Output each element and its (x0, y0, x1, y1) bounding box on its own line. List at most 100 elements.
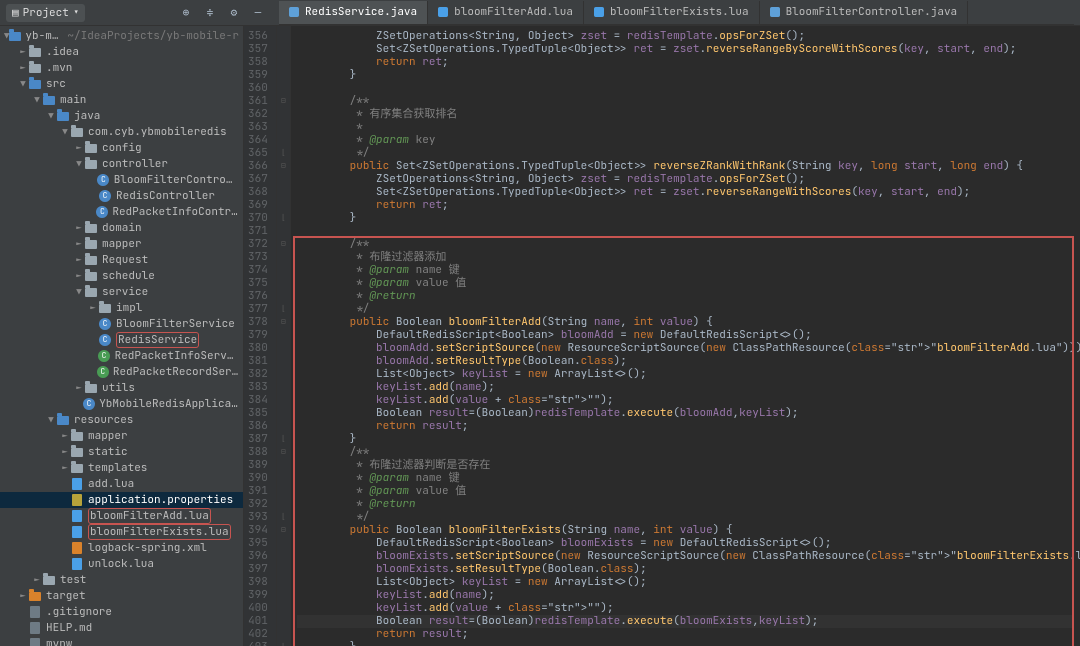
code-line[interactable]: } (297, 212, 1074, 225)
code-line[interactable]: * @param key (297, 134, 1074, 147)
fold-marker[interactable]: ⌊ (277, 303, 290, 316)
code-line[interactable] (297, 225, 1074, 238)
fold-marker[interactable]: ⊟ (277, 238, 290, 251)
tree-row-mapper[interactable]: ►mapper (0, 236, 243, 252)
tree-row-templates[interactable]: ►templates (0, 460, 243, 476)
project-tree[interactable]: ▼yb-mobile-redis~/IdeaProjects/yb-mobile… (0, 26, 244, 646)
code-line[interactable]: } (297, 69, 1074, 82)
code-line[interactable]: * 有序集合获取排名 (297, 108, 1074, 121)
tree-row-add-lua[interactable]: add.lua (0, 476, 243, 492)
disclosure-triangle-icon[interactable]: ► (74, 142, 84, 154)
disclosure-triangle-icon[interactable]: ► (74, 270, 84, 282)
disclosure-triangle-icon[interactable]: ▼ (46, 110, 56, 122)
disclosure-triangle-icon[interactable]: ▼ (32, 94, 42, 106)
code-line[interactable]: return result; (297, 420, 1074, 433)
tree-row-unlock-lua[interactable]: unlock.lua (0, 556, 243, 572)
tree-row-mvnw[interactable]: mvnw (0, 636, 243, 646)
tree-row-resources[interactable]: ▼resources (0, 412, 243, 428)
fold-marker[interactable]: ⊟ (277, 446, 290, 459)
tree-row-domain[interactable]: ►domain (0, 220, 243, 236)
fold-marker[interactable]: ⌊ (277, 433, 290, 446)
tab-RedisService-java[interactable]: RedisService.java (279, 1, 428, 24)
disclosure-triangle-icon[interactable]: ► (60, 430, 70, 442)
gear-icon[interactable]: ⚙ (225, 4, 243, 22)
fold-marker[interactable]: ⌊ (277, 212, 290, 225)
tab-bloomFilterExists-lua[interactable]: bloomFilterExists.lua (584, 1, 760, 24)
tree-row-utils[interactable]: ►utils (0, 380, 243, 396)
disclosure-triangle-icon[interactable]: ► (74, 238, 84, 250)
tree-row-main[interactable]: ▼main (0, 92, 243, 108)
code-line[interactable]: return ret; (297, 199, 1074, 212)
tree-row-mapper[interactable]: ►mapper (0, 428, 243, 444)
disclosure-triangle-icon[interactable]: ► (32, 574, 42, 586)
disclosure-triangle-icon[interactable]: ► (60, 462, 70, 474)
fold-marker[interactable]: ⌊ (277, 641, 290, 646)
tree-row-RedisService[interactable]: CRedisService (0, 332, 243, 348)
tree-row-target[interactable]: ►target (0, 588, 243, 604)
tab-bloomFilterAdd-lua[interactable]: bloomFilterAdd.lua (428, 1, 584, 24)
line-number-gutter[interactable]: 3563573583593603613623633643653663673683… (244, 26, 277, 646)
tree-row-bloomFilterAdd-lua[interactable]: bloomFilterAdd.lua (0, 508, 243, 524)
tree-row-service[interactable]: ▼service (0, 284, 243, 300)
tree-row-bloomFilterExists-lua[interactable]: bloomFilterExists.lua (0, 524, 243, 540)
tree-row-controller[interactable]: ▼controller (0, 156, 243, 172)
fold-marker[interactable]: ⊟ (277, 160, 290, 173)
tree-row-Request[interactable]: ►Request (0, 252, 243, 268)
tree-row-logback-spring-xml[interactable]: logback-spring.xml (0, 540, 243, 556)
tree-row--gitignore[interactable]: .gitignore (0, 604, 243, 620)
disclosure-triangle-icon[interactable]: ► (18, 46, 28, 58)
tree-row--mvn[interactable]: ►.mvn (0, 60, 243, 76)
code-line[interactable] (297, 82, 1074, 95)
tree-row-BloomFilterService[interactable]: CBloomFilterService (0, 316, 243, 332)
disclosure-triangle-icon[interactable]: ► (74, 222, 84, 234)
fold-marker[interactable]: ⊟ (277, 316, 290, 329)
tab-BloomFilterController-java[interactable]: BloomFilterController.java (760, 1, 969, 24)
tree-row-config[interactable]: ►config (0, 140, 243, 156)
tree-row-HELP-md[interactable]: HELP.md (0, 620, 243, 636)
disclosure-triangle-icon[interactable]: ► (74, 382, 84, 394)
fold-marker[interactable]: ⊟ (277, 524, 290, 537)
code-line[interactable]: * @return (297, 498, 1074, 511)
code-editor[interactable]: ZSetOperations<String, Object> zset = re… (291, 26, 1080, 646)
tree-row-RedisController[interactable]: CRedisController (0, 188, 243, 204)
project-view-dropdown[interactable]: ▤ Project ▾ (6, 4, 85, 22)
hide-icon[interactable]: — (249, 4, 267, 22)
tree-row-yb-mobile-redis[interactable]: ▼yb-mobile-redis~/IdeaProjects/yb-mobile… (0, 28, 243, 44)
disclosure-triangle-icon[interactable]: ▼ (60, 126, 70, 138)
fold-marker[interactable]: ⌊ (277, 147, 290, 160)
disclosure-triangle-icon[interactable]: ► (88, 302, 98, 314)
locate-icon[interactable]: ⊕ (177, 4, 195, 22)
code-line[interactable]: } (297, 641, 1074, 646)
tree-row-src[interactable]: ▼src (0, 76, 243, 92)
tree-row-RedPacketRecordService[interactable]: CRedPacketRecordService (0, 364, 243, 380)
expand-icon[interactable]: ≑ (201, 4, 219, 22)
disclosure-triangle-icon[interactable]: ▼ (74, 286, 84, 298)
tree-row-application-properties[interactable]: application.properties (0, 492, 243, 508)
fold-marker[interactable]: ⌊ (277, 511, 290, 524)
tree-row-java[interactable]: ▼java (0, 108, 243, 124)
disclosure-triangle-icon[interactable]: ► (18, 62, 28, 74)
code-line[interactable]: return ret; (297, 56, 1074, 69)
tree-row-RedPacketInfoController[interactable]: CRedPacketInfoController (0, 204, 243, 220)
tree-row-schedule[interactable]: ►schedule (0, 268, 243, 284)
fold-marker[interactable]: ⊟ (277, 95, 290, 108)
line-number[interactable]: 403 (248, 641, 268, 646)
tree-row-test[interactable]: ►test (0, 572, 243, 588)
code-line[interactable]: * @return (297, 290, 1074, 303)
disclosure-triangle-icon[interactable]: ► (18, 590, 28, 602)
tree-row-YbMobileRedisApplication[interactable]: CYbMobileRedisApplication (0, 396, 243, 412)
disclosure-triangle-icon[interactable]: ▼ (18, 78, 28, 90)
tree-row-com-cyb-ybmobileredis[interactable]: ▼com.cyb.ybmobileredis (0, 124, 243, 140)
code-line[interactable]: return result; (297, 628, 1074, 641)
tree-row-static[interactable]: ►static (0, 444, 243, 460)
disclosure-triangle-icon[interactable]: ► (74, 254, 84, 266)
disclosure-triangle-icon[interactable]: ► (60, 446, 70, 458)
disclosure-triangle-icon[interactable]: ▼ (46, 414, 56, 426)
fold-strip[interactable]: ⊟⌊⊟⌊⊟⌊⊟⌊⊟⌊⊟⌊ (277, 26, 291, 646)
tree-row-impl[interactable]: ►impl (0, 300, 243, 316)
code-line[interactable]: } (297, 433, 1074, 446)
tree-row-BloomFilterController[interactable]: CBloomFilterController (0, 172, 243, 188)
tree-row-RedPacketInfoService[interactable]: CRedPacketInfoService (0, 348, 243, 364)
tree-row--idea[interactable]: ►.idea (0, 44, 243, 60)
disclosure-triangle-icon[interactable]: ▼ (74, 158, 84, 170)
